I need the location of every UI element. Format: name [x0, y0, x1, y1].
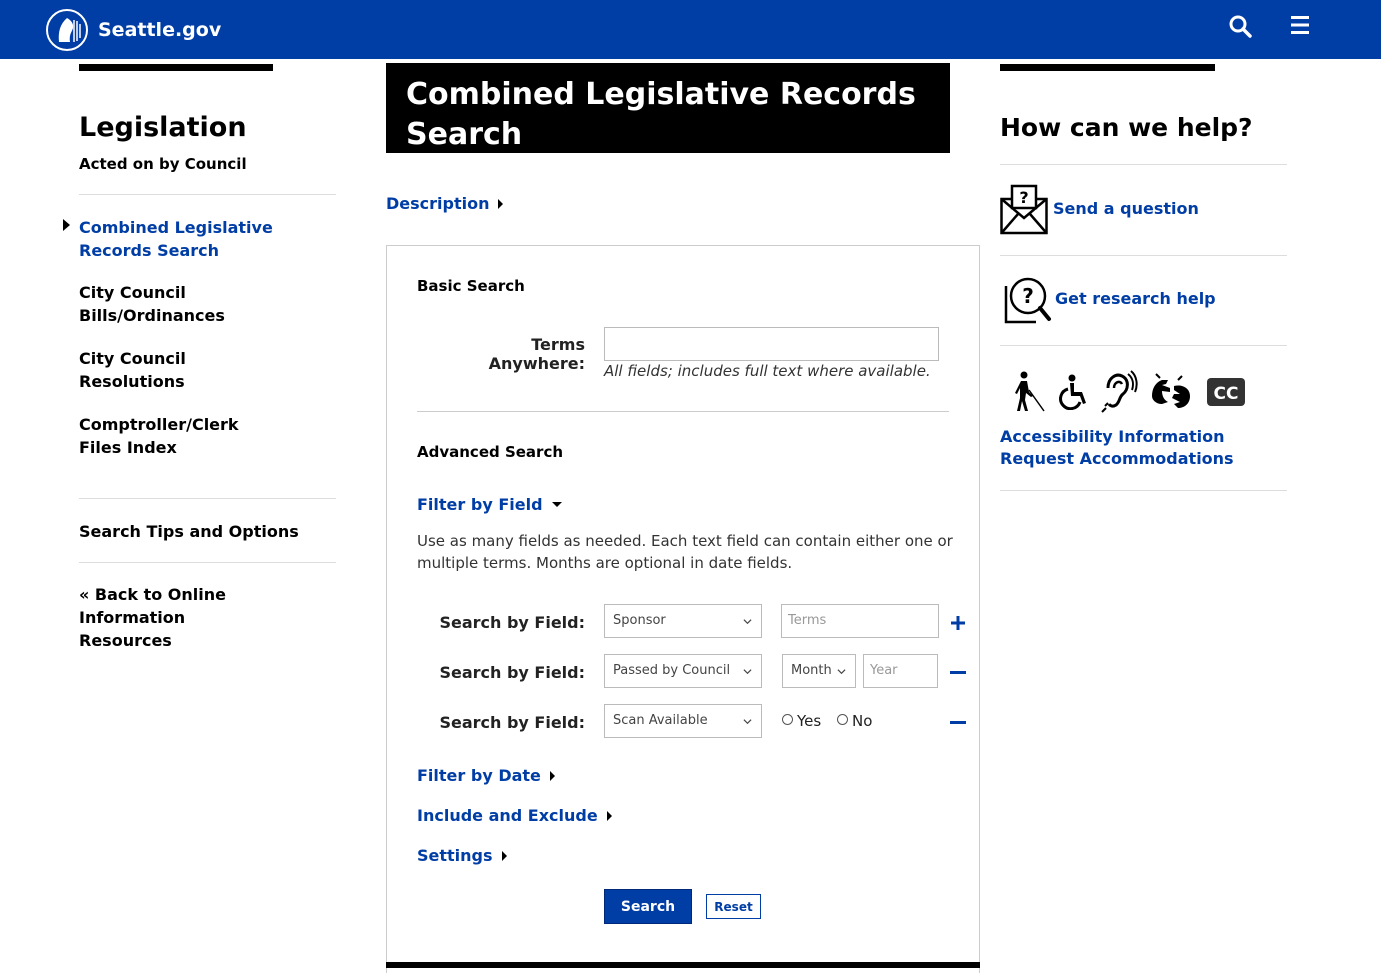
blind-cane-icon	[1015, 371, 1045, 412]
chevron-down-icon	[743, 669, 752, 675]
sidebar-item-combined-search[interactable]: Combined Legislative Records Search	[79, 216, 309, 262]
closed-caption-icon: CC	[1207, 378, 1245, 406]
back-link[interactable]: « Back to Online Information Resources	[79, 583, 279, 652]
field-select-value: Scan Available	[613, 713, 708, 728]
radio-label-yes: Yes	[797, 712, 822, 730]
search-icon[interactable]	[1228, 14, 1252, 38]
help-title: How can we help?	[1000, 113, 1253, 142]
research-help-link[interactable]: Get research help	[1055, 289, 1216, 308]
city-seal-icon[interactable]	[45, 8, 89, 52]
sidebar-title: Legislation	[79, 112, 247, 143]
remove-field-button[interactable]	[950, 721, 966, 724]
caret-down-icon	[551, 502, 562, 507]
filter-by-field-label: Filter by Field	[417, 495, 543, 514]
research-help-icon[interactable]: ?	[1000, 276, 1052, 326]
page-title: Combined Legislative Records Search	[406, 77, 916, 152]
filter-by-date-label: Filter by Date	[417, 766, 541, 785]
field-select-value: Passed by Council	[613, 663, 731, 678]
caret-right-icon	[549, 770, 555, 781]
year-input[interactable]: Year	[863, 654, 938, 688]
hearing-assist-icon	[1101, 370, 1138, 413]
accessibility-info-link[interactable]: Accessibility Information	[1000, 427, 1224, 446]
cc-label: CC	[1214, 384, 1239, 404]
advanced-search-heading: Advanced Search	[417, 443, 564, 461]
month-select[interactable]: Month	[782, 654, 856, 688]
divider	[1000, 490, 1287, 491]
send-question-link[interactable]: Send a question	[1053, 199, 1199, 218]
search-tips-link[interactable]: Search Tips and Options	[79, 520, 309, 543]
radio-circle[interactable]	[837, 714, 848, 725]
remove-field-button[interactable]	[950, 671, 966, 674]
field-terms-input[interactable]: Terms	[781, 604, 939, 638]
svg-text:?: ?	[1019, 188, 1028, 207]
terms-anywhere-label: Terms Anywhere:	[488, 335, 585, 373]
hamburger-menu-icon[interactable]	[1289, 15, 1311, 35]
search-by-field-label: Search by Field:	[439, 663, 585, 682]
sidebar-item-resolutions[interactable]: City Council Resolutions	[79, 347, 199, 393]
sidebar-item-clerk-files[interactable]: Comptroller/Clerk Files Index	[79, 413, 279, 459]
filter-by-field-toggle[interactable]: Filter by Field	[417, 495, 562, 514]
divider	[1000, 255, 1287, 256]
sign-language-icon	[1152, 373, 1190, 408]
description-label: Description	[386, 194, 490, 213]
radio-circle[interactable]	[782, 714, 793, 725]
radio-label-no: No	[852, 712, 873, 730]
scan-yes-radio[interactable]: Yes	[782, 712, 821, 730]
include-exclude-toggle[interactable]: Include and Exclude	[417, 806, 612, 825]
search-by-field-label: Search by Field:	[439, 713, 585, 732]
request-accommodations-link[interactable]: Request Accommodations	[1000, 449, 1234, 468]
divider	[417, 411, 949, 412]
panel-bottom-bar	[386, 962, 980, 968]
site-name[interactable]: Seattle.gov	[98, 19, 221, 41]
active-caret-icon	[63, 219, 70, 231]
caret-right-icon	[606, 810, 612, 821]
description-toggle[interactable]: Description	[386, 194, 504, 213]
caret-right-icon	[501, 850, 507, 861]
sidebar-accent-bar	[79, 64, 273, 71]
basic-search-heading: Basic Search	[417, 277, 525, 295]
include-exclude-label: Include and Exclude	[417, 806, 598, 825]
divider	[1000, 345, 1287, 346]
terms-hint: All fields; includes full text where ava…	[604, 362, 931, 380]
field-select-sponsor[interactable]: Sponsor	[604, 604, 762, 638]
divider	[79, 562, 336, 563]
sidebar-item-bills-ordinances[interactable]: City Council Bills/Ordinances	[79, 281, 229, 327]
divider	[79, 498, 336, 499]
wheelchair-icon	[1059, 374, 1086, 410]
site-header: Seattle.gov	[0, 0, 1381, 59]
divider	[79, 194, 336, 195]
search-button[interactable]: Search	[604, 889, 692, 924]
chevron-down-icon	[837, 669, 846, 675]
advanced-help-text: Use as many fields as needed. Each text …	[417, 532, 953, 572]
month-select-value: Month	[791, 663, 832, 678]
field-select-passed-by-council[interactable]: Passed by Council	[604, 654, 762, 688]
envelope-question-icon[interactable]: ?	[1000, 184, 1050, 236]
chevron-down-icon	[743, 619, 752, 625]
divider	[1000, 164, 1287, 165]
settings-label: Settings	[417, 846, 493, 865]
search-by-field-label: Search by Field:	[439, 613, 585, 632]
help-accent-bar	[1000, 64, 1215, 71]
page-title-banner: Combined Legislative Records Search	[386, 63, 950, 153]
svg-text:?: ?	[1022, 284, 1034, 308]
caret-right-icon	[498, 198, 504, 209]
reset-button[interactable]: Reset	[706, 894, 761, 919]
sidebar-subtitle: Acted on by Council	[79, 155, 247, 173]
field-select-scan-available[interactable]: Scan Available	[604, 704, 762, 738]
add-field-button[interactable]	[950, 615, 966, 631]
filter-by-date-toggle[interactable]: Filter by Date	[417, 766, 555, 785]
field-select-value: Sponsor	[613, 613, 666, 628]
chevron-down-icon	[743, 719, 752, 725]
settings-toggle[interactable]: Settings	[417, 846, 507, 865]
terms-anywhere-input[interactable]	[604, 327, 939, 361]
scan-no-radio[interactable]: No	[837, 712, 872, 730]
